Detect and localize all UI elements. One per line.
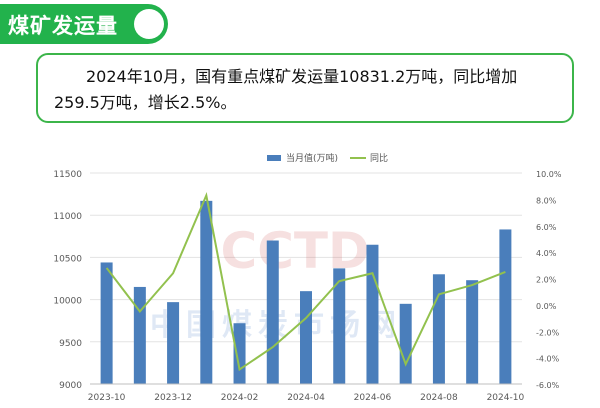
y-left-tick-label: 9000 [59, 381, 82, 391]
bar [399, 303, 412, 384]
summary-box: 2024年10月，国有重点煤矿发运量10831.2万吨，同比增加259.5万吨，… [36, 53, 574, 123]
y-right-tick-label: 6.0% [536, 223, 557, 232]
x-tick-label: 2023-12 [154, 393, 192, 403]
chart: 9000 9500 10000 10500 11000 11500 -6.0% -4.0% -2… [53, 152, 562, 403]
x-tick-label: 2024-04 [287, 393, 325, 403]
legend-bar-swatch [267, 155, 281, 161]
y-right-tick-label: -2.0% [536, 328, 560, 337]
bar [167, 302, 180, 384]
y-left-tick-label: 10000 [53, 297, 82, 307]
y-left-tick-label: 9500 [59, 339, 82, 349]
y-right-tick-label: 10.0% [536, 170, 562, 179]
y-right-tick-label: 0.0% [536, 302, 557, 311]
x-tick-label: 2024-08 [420, 393, 458, 403]
bar [100, 262, 113, 384]
summary-text: 2024年10月，国有重点煤矿发运量10831.2万吨，同比增加259.5万吨，… [54, 67, 518, 112]
bar [300, 291, 312, 384]
y-left-tick-label: 11500 [53, 170, 82, 180]
x-tick-label: 2024-02 [221, 393, 259, 403]
bar [133, 286, 146, 384]
x-tick-label: 2024-10 [487, 393, 525, 403]
legend-line-label: 同比 [370, 152, 388, 164]
legend-bar-label: 当月值(万吨) [286, 152, 338, 164]
bar [233, 323, 246, 384]
circle-decoration-icon [134, 9, 164, 39]
y-left-tick-label: 11000 [53, 212, 82, 222]
bar [432, 274, 445, 384]
y-right-tick-label: 8.0% [536, 196, 557, 205]
bar [366, 244, 379, 384]
x-tick-label: 2023-10 [88, 393, 126, 403]
page-title: 煤矿发运量 [8, 14, 118, 38]
x-tick-label: 2024-06 [354, 393, 392, 403]
y-right-tick-label: 2.0% [536, 276, 557, 285]
bar [466, 280, 479, 384]
title-banner: 煤矿发运量 [0, 4, 168, 44]
watermark-logo: CCTD [221, 222, 370, 280]
bar [200, 200, 213, 384]
bar [266, 240, 279, 384]
y-right-tick-label: -4.0% [536, 355, 560, 364]
y-right-tick-label: -6.0% [536, 381, 560, 390]
y-right-tick-label: 4.0% [536, 249, 557, 258]
y-left-tick-label: 10500 [53, 254, 82, 264]
bar [499, 229, 512, 384]
